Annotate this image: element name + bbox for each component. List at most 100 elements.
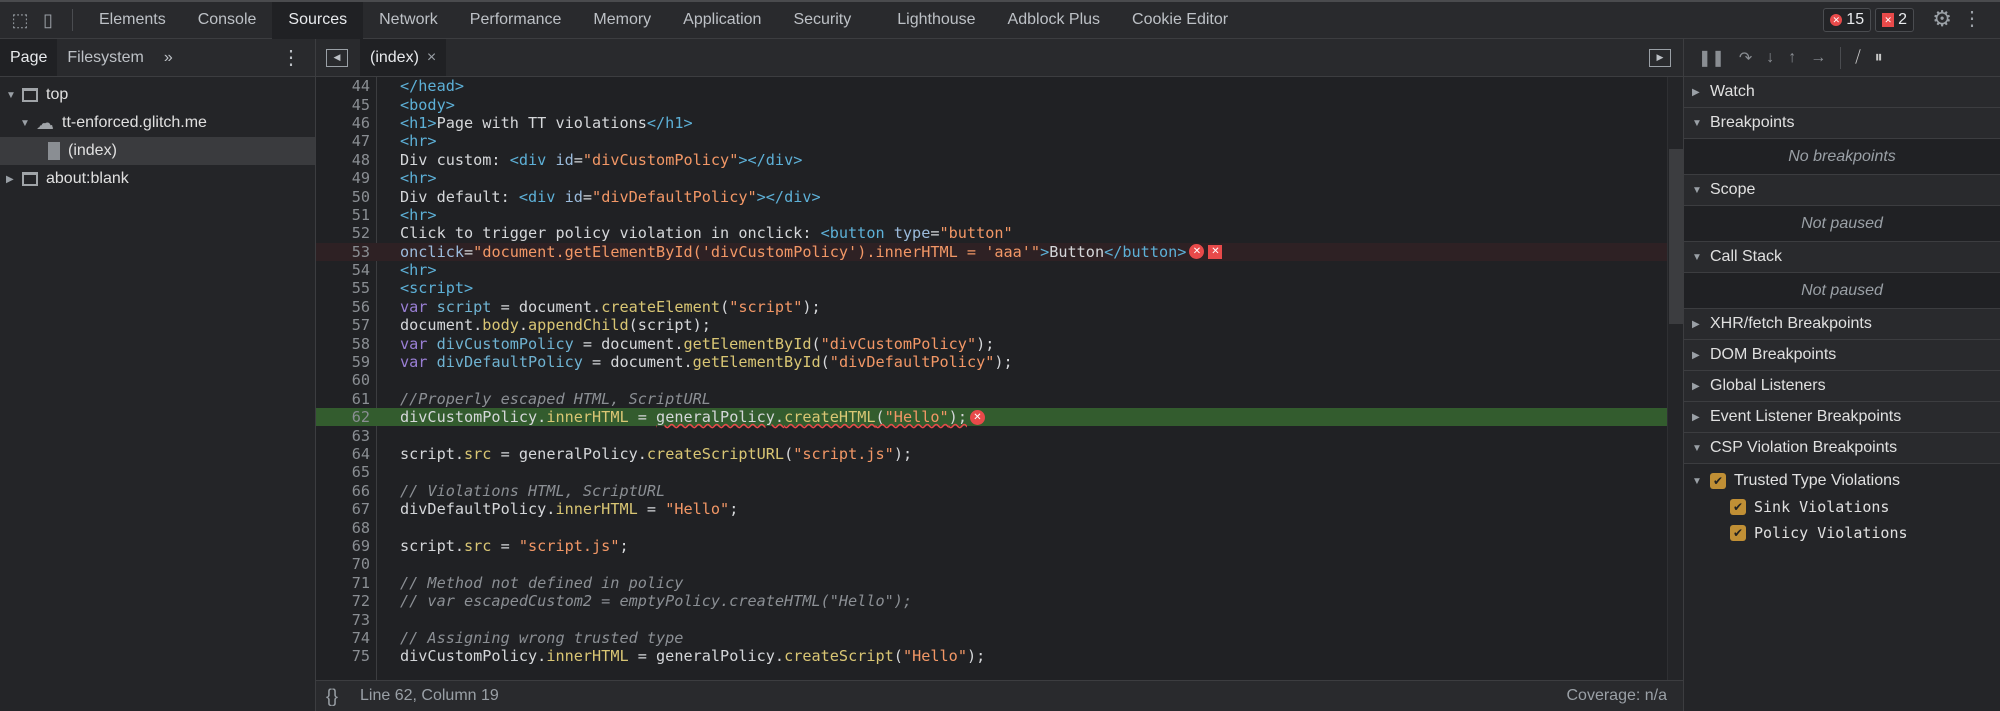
tree-item[interactable]: ▼ top bbox=[0, 81, 315, 109]
line-number[interactable]: 72 bbox=[316, 592, 370, 610]
tab-filesystem[interactable]: Filesystem bbox=[57, 39, 153, 76]
line-number[interactable]: 63 bbox=[316, 427, 370, 445]
expand-down-icon[interactable]: ▼ bbox=[1692, 476, 1702, 487]
line-number[interactable]: 57 bbox=[316, 316, 370, 334]
navigator-menu-icon[interactable]: ⋮ bbox=[281, 45, 315, 70]
section-dom-breakpoints[interactable]: ▶ DOM Breakpoints bbox=[1684, 340, 2000, 371]
tab-performance[interactable]: Performance bbox=[454, 2, 578, 39]
toggle-navigator-icon[interactable]: ◀ bbox=[326, 48, 348, 67]
line-number[interactable]: 54 bbox=[316, 261, 370, 279]
code-token: divDefaultPolicy. bbox=[400, 500, 556, 519]
step-out-icon[interactable]: ↑ bbox=[1788, 49, 1796, 67]
line-number[interactable]: 61 bbox=[316, 390, 370, 408]
gear-icon[interactable]: ⚙ bbox=[1932, 6, 1952, 32]
tree-item[interactable]: ▼ ☁ tt-enforced.glitch.me bbox=[0, 109, 315, 137]
code-line: 62 divCustomPolicy. innerHTML = generalPo… bbox=[316, 408, 1667, 427]
line-number[interactable]: 48 bbox=[316, 151, 370, 169]
section-watch[interactable]: ▶ Watch bbox=[1684, 77, 2000, 108]
tab-application[interactable]: Application bbox=[667, 2, 777, 39]
tab-console[interactable]: Console bbox=[182, 2, 273, 39]
line-number[interactable]: 67 bbox=[316, 500, 370, 518]
error-count-button[interactable]: ✕ 15 bbox=[1823, 8, 1872, 32]
line-number[interactable]: 58 bbox=[316, 335, 370, 353]
line-number[interactable]: 44 bbox=[316, 77, 370, 95]
pretty-print-icon[interactable]: {} bbox=[326, 686, 338, 707]
line-number[interactable]: 68 bbox=[316, 519, 370, 537]
navigator-panel: Page Filesystem » ⋮ ▼ top ▼ ☁ tt-enforced.gl… bbox=[0, 39, 316, 711]
line-number[interactable]: 74 bbox=[316, 629, 370, 647]
device-toolbar-icon[interactable]: ▯ bbox=[34, 2, 62, 39]
expand-down-icon[interactable]: ▼ bbox=[6, 90, 16, 101]
tab-lighthouse[interactable]: Lighthouse bbox=[881, 2, 991, 39]
line-number[interactable]: 56 bbox=[316, 298, 370, 316]
error-circle-icon[interactable]: ✕ bbox=[969, 409, 985, 425]
more-options-icon[interactable]: ⋮ bbox=[1962, 6, 1982, 31]
code-token: // var escapedCustom2 = emptyPolicy.crea… bbox=[400, 592, 913, 611]
line-number[interactable]: 66 bbox=[316, 482, 370, 500]
scrollbar[interactable] bbox=[1667, 77, 1683, 680]
line-number[interactable]: 73 bbox=[316, 611, 370, 629]
deactivate-breakpoints-icon[interactable]: ⧸ bbox=[1855, 49, 1860, 67]
line-number[interactable]: 60 bbox=[316, 371, 370, 389]
tab-network[interactable]: Network bbox=[363, 2, 454, 39]
issues-count-button[interactable]: ✕ 2 bbox=[1875, 8, 1914, 32]
checkbox-trusted-type-violations[interactable]: ✔ bbox=[1710, 473, 1726, 489]
section-call-stack[interactable]: ▼ Call Stack bbox=[1684, 242, 2000, 273]
step-icon[interactable]: → bbox=[1810, 49, 1826, 67]
more-tabs-icon[interactable]: » bbox=[154, 39, 183, 76]
tree-item[interactable]: (index) bbox=[0, 137, 315, 165]
line-number[interactable]: 62 bbox=[316, 408, 370, 426]
expand-right-icon: ▶ bbox=[1692, 349, 1700, 361]
tree-item[interactable]: ▶ about:blank bbox=[0, 165, 315, 193]
toggle-debugger-icon[interactable]: ▶ bbox=[1649, 48, 1671, 67]
code-token: divCustomPolicy. bbox=[400, 408, 547, 427]
line-number[interactable]: 75 bbox=[316, 647, 370, 665]
expand-down-icon[interactable]: ▼ bbox=[20, 118, 30, 129]
step-over-icon[interactable]: ↷ bbox=[1739, 48, 1752, 68]
line-number[interactable]: 64 bbox=[316, 445, 370, 463]
line-number[interactable]: 70 bbox=[316, 555, 370, 573]
tab-index[interactable]: (index) × bbox=[360, 39, 447, 76]
scrollbar-thumb[interactable] bbox=[1669, 149, 1683, 324]
section-xhr-fetch-breakpoints[interactable]: ▶ XHR/fetch Breakpoints bbox=[1684, 309, 2000, 340]
line-number[interactable]: 71 bbox=[316, 574, 370, 592]
section-csp-violation-breakpoints[interactable]: ▼ CSP Violation Breakpoints bbox=[1684, 433, 2000, 464]
inspect-element-icon[interactable]: ⬚ bbox=[6, 2, 34, 39]
line-number[interactable]: 65 bbox=[316, 463, 370, 481]
section-event-listener-breakpoints[interactable]: ▶ Event Listener Breakpoints bbox=[1684, 402, 2000, 433]
tab-adblock-plus[interactable]: Adblock Plus bbox=[992, 2, 1117, 39]
section-global-listeners[interactable]: ▶ Global Listeners bbox=[1684, 371, 2000, 402]
step-into-icon[interactable]: ↓ bbox=[1766, 49, 1774, 67]
line-number[interactable]: 49 bbox=[316, 169, 370, 187]
tab-security[interactable]: Security bbox=[777, 2, 867, 39]
error-flag-icon[interactable]: ✕ bbox=[1208, 244, 1223, 259]
line-number[interactable]: 45 bbox=[316, 96, 370, 114]
code-area[interactable]: 44 </head> 45 <body> 46 <h1> Page with TT vio… bbox=[316, 77, 1667, 680]
line-number[interactable]: 50 bbox=[316, 188, 370, 206]
tab-memory[interactable]: Memory bbox=[577, 2, 667, 39]
line-number[interactable]: 69 bbox=[316, 537, 370, 555]
line-number[interactable]: 55 bbox=[316, 279, 370, 297]
tab-cookie-editor[interactable]: Cookie Editor bbox=[1116, 2, 1244, 39]
line-number[interactable]: 47 bbox=[316, 132, 370, 150]
close-tab-icon[interactable]: × bbox=[427, 49, 436, 67]
line-number[interactable]: 59 bbox=[316, 353, 370, 371]
section-breakpoints[interactable]: ▼ Breakpoints bbox=[1684, 108, 2000, 139]
tab-sources[interactable]: Sources bbox=[272, 1, 364, 39]
expand-right-icon[interactable]: ▶ bbox=[6, 174, 16, 185]
pause-icon[interactable]: ❚❚ bbox=[1698, 48, 1725, 68]
line-number[interactable]: 51 bbox=[316, 206, 370, 224]
code-token: . bbox=[518, 316, 529, 335]
line-number[interactable]: 53 bbox=[316, 243, 370, 261]
error-circle-icon[interactable]: ✕ bbox=[1189, 244, 1205, 260]
line-number[interactable]: 46 bbox=[316, 114, 370, 132]
pause-on-exceptions-icon[interactable]: ⏸ bbox=[1875, 49, 1883, 67]
section-scope[interactable]: ▼ Scope bbox=[1684, 175, 2000, 206]
code-token: Div default: bbox=[400, 187, 519, 206]
tab-page[interactable]: Page bbox=[0, 39, 58, 76]
status-bar: {} Line 62, Column 19 Coverage: n/a bbox=[316, 680, 1683, 711]
tab-elements[interactable]: Elements bbox=[83, 2, 182, 39]
checkbox-sink-violations[interactable]: ✔ bbox=[1730, 499, 1746, 515]
line-number[interactable]: 52 bbox=[316, 224, 370, 242]
checkbox-policy-violations[interactable]: ✔ bbox=[1730, 525, 1746, 541]
